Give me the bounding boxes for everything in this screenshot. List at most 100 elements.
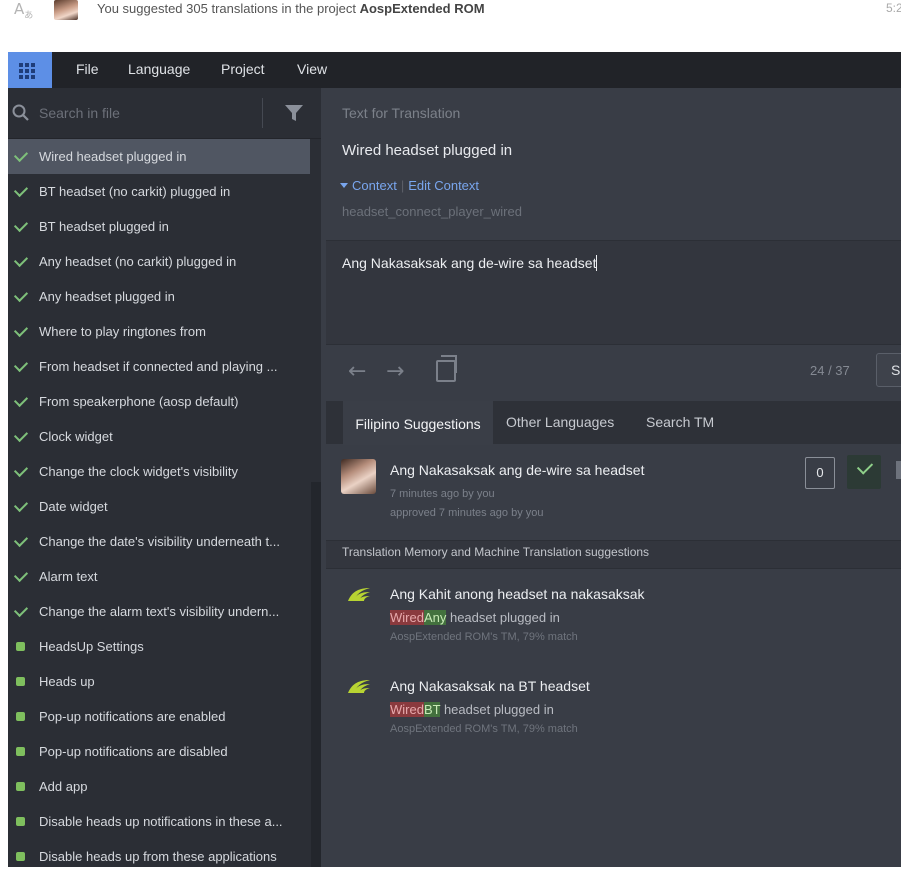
scrollbar[interactable] <box>311 482 321 867</box>
list-item[interactable]: Pop-up notifications are enabled <box>8 699 310 734</box>
list-item[interactable]: Change the alarm text's visibility under… <box>8 594 310 629</box>
menu-view[interactable]: View <box>297 61 327 77</box>
list-item[interactable]: Change the date's visibility underneath … <box>8 524 310 559</box>
tab-other-languages[interactable]: Other Languages <box>506 401 614 444</box>
suggestion-tabs: Filipino Suggestions Other Languages Sea… <box>326 401 901 446</box>
list-item[interactable]: Date widget <box>8 489 310 524</box>
context-key: headset_connect_player_wired <box>342 204 522 219</box>
list-item[interactable]: From headset if connected and playing ..… <box>8 349 310 384</box>
menu-project[interactable]: Project <box>221 61 265 77</box>
suggestion-meta: 7 minutes ago by you <box>390 488 495 500</box>
tm-heading: Translation Memory and Machine Translati… <box>326 541 901 569</box>
menu-file[interactable]: File <box>76 61 99 77</box>
vote-count[interactable]: 0 <box>805 457 835 489</box>
approved-status-icon <box>16 677 25 686</box>
check-icon <box>13 287 29 303</box>
arrow-left-icon[interactable]: ← <box>348 359 366 384</box>
check-icon <box>13 392 29 408</box>
check-icon <box>13 252 29 268</box>
editor-app: File Language Project View Search in fil… <box>8 52 901 867</box>
project-name[interactable]: AospExtended ROM <box>360 1 485 16</box>
check-icon <box>13 357 29 373</box>
translation-input[interactable]: Ang Nakasaksak ang de-wire sa headset <box>326 240 901 344</box>
check-icon <box>13 462 29 478</box>
context-toggle[interactable]: Context <box>340 178 397 193</box>
tm-suggestion[interactable]: Ang Kahit anong headset na nakasaksak Wi… <box>326 569 901 659</box>
list-item[interactable]: Disable heads up notifications in these … <box>8 804 310 839</box>
check-icon <box>13 532 29 548</box>
translation-panel: Text for Translation Wired headset plugg… <box>321 88 901 867</box>
list-item[interactable]: Alarm text <box>8 559 310 594</box>
approved-status-icon <box>16 852 25 861</box>
save-button[interactable]: S <box>876 353 901 387</box>
list-item[interactable]: BT headset plugged in <box>8 209 310 244</box>
check-icon <box>13 497 29 513</box>
string-position: 24 / 37 <box>810 363 850 378</box>
list-item-label: HeadsUp Settings <box>39 639 144 654</box>
suggestion-text: Ang Nakasaksak ang de-wire sa headset <box>390 462 645 478</box>
search-input[interactable]: Search in file <box>39 105 120 121</box>
list-item[interactable]: Disable heads up from these applications <box>8 839 310 874</box>
list-item[interactable]: Clock widget <box>8 419 310 454</box>
list-item[interactable]: Wired headset plugged in <box>8 139 310 174</box>
list-item[interactable]: Heads up <box>8 664 310 699</box>
caret-down-icon <box>340 183 348 188</box>
string-list-sidebar: Search in file Wired headset plugged in B… <box>8 88 321 867</box>
list-item-label: Disable heads up notifications in these … <box>39 814 283 829</box>
notification-time: 5:2 <box>886 1 901 15</box>
list-item[interactable]: Change the clock widget's visibility <box>8 454 310 489</box>
string-list: Wired headset plugged in BT headset (no c… <box>8 139 310 874</box>
list-item-label: Clock widget <box>39 429 113 444</box>
tm-source: AospExtended ROM's TM, 79% match <box>390 631 578 643</box>
list-item[interactable]: Add app <box>8 769 310 804</box>
approved-status-icon <box>16 782 25 791</box>
list-item-label: Any headset (no carkit) plugged in <box>39 254 237 269</box>
check-icon <box>13 602 29 618</box>
list-item[interactable]: Any headset (no carkit) plugged in <box>8 244 310 279</box>
source-heading: Text for Translation <box>342 105 461 121</box>
tm-suggestion[interactable]: Ang Nakasaksak na BT headset WiredBT hea… <box>326 661 901 751</box>
copy-source-icon[interactable] <box>436 355 457 382</box>
tab-filipino-suggestions[interactable]: Filipino Suggestions <box>343 401 493 446</box>
list-item[interactable]: BT headset (no carkit) plugged in <box>8 174 310 209</box>
list-item[interactable]: Pop-up notifications are disabled <box>8 734 310 769</box>
check-icon <box>13 182 29 198</box>
list-item[interactable]: HeadsUp Settings <box>8 629 310 664</box>
tab-search-tm[interactable]: Search TM <box>646 401 714 444</box>
search-bar: Search in file <box>8 88 321 139</box>
list-item-label: Alarm text <box>39 569 98 584</box>
menu-bar: File Language Project View <box>8 52 901 88</box>
list-item-label: BT headset (no carkit) plugged in <box>39 184 231 199</box>
approved-status-icon <box>16 747 25 756</box>
list-item-label: Any headset plugged in <box>39 289 175 304</box>
list-item[interactable]: From speakerphone (aosp default) <box>8 384 310 419</box>
tm-text: Ang Nakasaksak na BT headset <box>390 678 590 694</box>
tm-source: AospExtended ROM's TM, 79% match <box>390 723 578 735</box>
list-item-label: BT headset plugged in <box>39 219 169 234</box>
filter-icon[interactable] <box>284 103 304 123</box>
search-icon <box>12 104 29 121</box>
menu-language[interactable]: Language <box>128 61 190 77</box>
divider <box>262 98 263 128</box>
check-icon <box>13 322 29 338</box>
editor-toolbar: ← → 24 / 37 S <box>326 344 901 401</box>
notification-bar: Aあ You suggested 305 translations in the… <box>0 0 901 52</box>
list-item-label: From speakerphone (aosp default) <box>39 394 239 409</box>
notification-message: You suggested 305 translations in the pr… <box>97 1 485 16</box>
check-icon <box>13 427 29 443</box>
avatar <box>341 459 376 494</box>
arrow-right-icon[interactable]: → <box>386 359 404 384</box>
tm-diff: WiredAny headset plugged in <box>390 610 560 625</box>
list-item-label: Change the alarm text's visibility under… <box>39 604 280 619</box>
list-item-label: Wired headset plugged in <box>39 149 187 164</box>
grid-icon[interactable] <box>8 52 52 88</box>
avatar <box>54 0 78 20</box>
list-item[interactable]: Any headset plugged in <box>8 279 310 314</box>
approve-button[interactable] <box>847 455 881 489</box>
tm-logo-icon <box>348 680 370 693</box>
approved-status-icon <box>16 712 25 721</box>
edit-context-link[interactable]: Edit Context <box>408 178 479 193</box>
trash-icon[interactable] <box>896 461 901 479</box>
list-item-label: Pop-up notifications are enabled <box>39 709 226 724</box>
list-item[interactable]: Where to play ringtones from <box>8 314 310 349</box>
